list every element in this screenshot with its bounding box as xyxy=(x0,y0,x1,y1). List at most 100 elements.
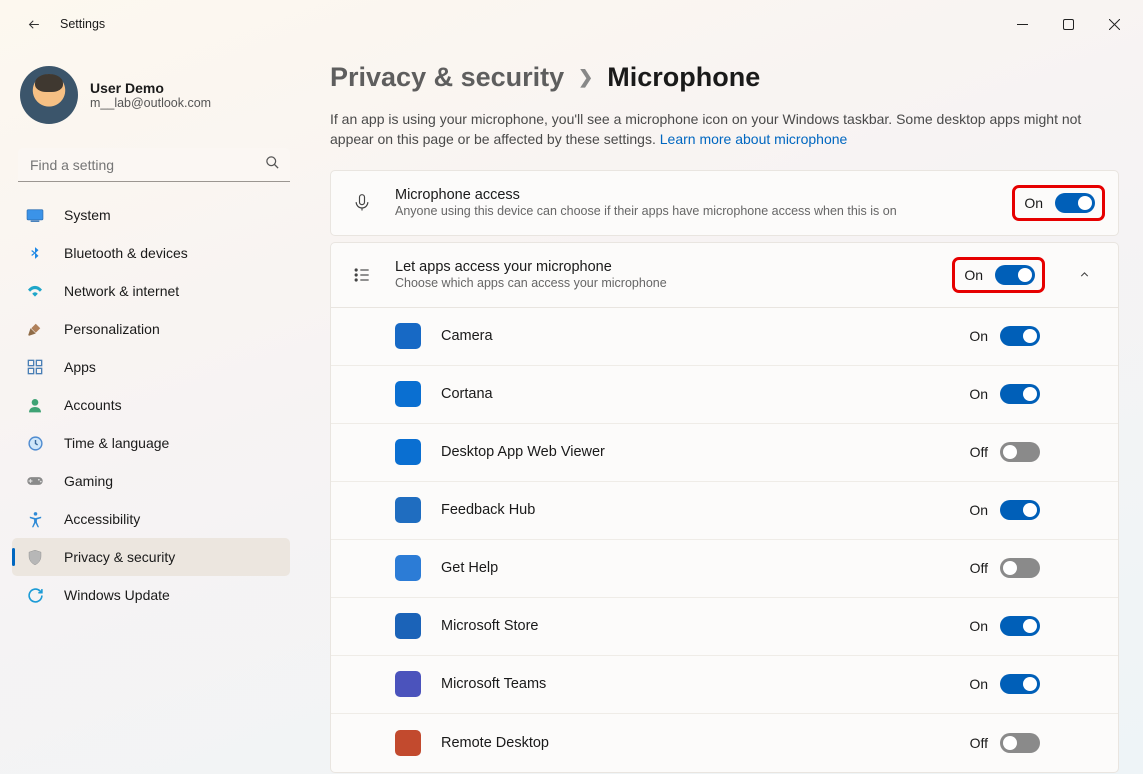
search-icon xyxy=(265,155,280,175)
app-toggle-label: On xyxy=(969,618,988,634)
sidebar-item-personalization[interactable]: Personalization xyxy=(12,310,290,348)
app-name: Microsoft Teams xyxy=(441,676,949,692)
app-toggle[interactable] xyxy=(1000,616,1040,636)
app-toggle-label: On xyxy=(969,328,988,344)
app-icon xyxy=(395,497,421,523)
app-row: CortanaOn xyxy=(331,366,1118,424)
app-row: Desktop App Web ViewerOff xyxy=(331,424,1118,482)
apps-access-card: Let apps access your microphone Choose w… xyxy=(330,242,1119,773)
sidebar-item-apps[interactable]: Apps xyxy=(12,348,290,386)
user-name: User Demo xyxy=(90,80,211,96)
app-toggle[interactable] xyxy=(1000,500,1040,520)
sidebar-item-network[interactable]: Network & internet xyxy=(12,272,290,310)
app-list: CameraOnCortanaOnDesktop App Web ViewerO… xyxy=(331,307,1118,772)
app-toggle[interactable] xyxy=(1000,558,1040,578)
app-row: Camera On xyxy=(331,308,1118,366)
account-block[interactable]: User Demo m__lab@outlook.com xyxy=(12,52,300,148)
minimize-button[interactable] xyxy=(999,8,1045,40)
sidebar-item-update[interactable]: Windows Update xyxy=(12,576,290,614)
mic-access-toggle[interactable] xyxy=(1055,193,1095,213)
sidebar-item-label: Privacy & security xyxy=(64,549,175,565)
system-icon xyxy=(26,206,44,224)
maximize-button[interactable] xyxy=(1045,8,1091,40)
privacy-icon xyxy=(26,548,44,566)
collapse-button[interactable] xyxy=(1068,259,1100,291)
app-toggle-label: On xyxy=(969,676,988,692)
sidebar: User Demo m__lab@outlook.com System Bluet… xyxy=(0,48,300,774)
app-name: Microsoft Store xyxy=(441,618,949,634)
close-button[interactable] xyxy=(1091,8,1137,40)
sidebar-item-time[interactable]: Time & language xyxy=(12,424,290,462)
app-row: Microsoft Teams On xyxy=(331,656,1118,714)
gaming-icon xyxy=(26,472,44,490)
breadcrumb-parent[interactable]: Privacy & security xyxy=(330,62,564,93)
sidebar-item-accounts[interactable]: Accounts xyxy=(12,386,290,424)
app-toggle-group: Off xyxy=(970,733,1040,753)
sidebar-item-privacy[interactable]: Privacy & security xyxy=(12,538,290,576)
app-toggle-label: On xyxy=(969,386,988,402)
app-icon xyxy=(395,381,421,407)
app-toggle-group: On xyxy=(969,500,1040,520)
apps-access-toggle[interactable] xyxy=(995,265,1035,285)
app-toggle-group: On xyxy=(969,674,1040,694)
update-icon xyxy=(26,586,44,604)
mic-access-toggle-label: On xyxy=(1024,195,1043,211)
app-icon xyxy=(395,439,421,465)
sidebar-item-gaming[interactable]: Gaming xyxy=(12,462,290,500)
breadcrumb: Privacy & security ❯ Microphone xyxy=(330,62,1119,93)
sidebar-item-accessibility[interactable]: Accessibility xyxy=(12,500,290,538)
microphone-icon xyxy=(349,193,375,213)
back-button[interactable] xyxy=(18,8,50,40)
sidebar-item-label: Gaming xyxy=(64,473,113,489)
network-icon xyxy=(26,282,44,300)
apps-access-subtitle: Choose which apps can access your microp… xyxy=(395,276,937,290)
app-name: Get Help xyxy=(441,560,950,576)
app-row: Remote Desktop Off xyxy=(331,714,1118,772)
apps-list-icon xyxy=(349,265,375,285)
app-icon xyxy=(395,613,421,639)
sidebar-item-label: Accounts xyxy=(64,397,122,413)
app-icon xyxy=(395,555,421,581)
app-toggle-label: On xyxy=(969,502,988,518)
mic-access-subtitle: Anyone using this device can choose if t… xyxy=(395,204,997,218)
app-row: Microsoft Store On xyxy=(331,598,1118,656)
app-name: Remote Desktop xyxy=(441,735,950,751)
sidebar-item-label: Windows Update xyxy=(64,587,170,603)
sidebar-item-system[interactable]: System xyxy=(12,196,290,234)
accessibility-icon xyxy=(26,510,44,528)
window-title: Settings xyxy=(60,17,105,31)
mic-access-toggle-group: On xyxy=(1017,190,1100,216)
time-icon xyxy=(26,434,44,452)
apps-access-toggle-group: On xyxy=(957,262,1040,288)
search-input[interactable] xyxy=(18,148,290,182)
app-icon xyxy=(395,323,421,349)
main-content: Privacy & security ❯ Microphone If an ap… xyxy=(300,48,1143,774)
app-icon xyxy=(395,671,421,697)
personalization-icon xyxy=(26,320,44,338)
title-bar: Settings xyxy=(0,0,1143,48)
app-toggle-group: Off xyxy=(970,558,1040,578)
sidebar-item-label: System xyxy=(64,207,111,223)
app-toggle-label: Off xyxy=(970,444,988,460)
sidebar-item-label: Apps xyxy=(64,359,96,375)
app-toggle-group: On xyxy=(969,384,1040,404)
learn-more-link[interactable]: Learn more about microphone xyxy=(660,131,848,147)
app-toggle[interactable] xyxy=(1000,384,1040,404)
app-toggle[interactable] xyxy=(1000,733,1040,753)
apps-access-title: Let apps access your microphone xyxy=(395,259,937,275)
chevron-right-icon: ❯ xyxy=(578,67,593,88)
sidebar-item-bluetooth[interactable]: Bluetooth & devices xyxy=(12,234,290,272)
page-title: Microphone xyxy=(607,62,760,93)
app-icon xyxy=(395,730,421,756)
sidebar-item-label: Network & internet xyxy=(64,283,179,299)
mic-access-title: Microphone access xyxy=(395,187,997,203)
app-toggle[interactable] xyxy=(1000,674,1040,694)
sidebar-item-label: Personalization xyxy=(64,321,160,337)
app-toggle[interactable] xyxy=(1000,326,1040,346)
page-description: If an app is using your microphone, you'… xyxy=(330,109,1090,150)
nav-list: System Bluetooth & devices Network & inter… xyxy=(12,196,300,614)
app-name: Camera xyxy=(441,328,949,344)
accounts-icon xyxy=(26,396,44,414)
app-row: Get Help Off xyxy=(331,540,1118,598)
app-toggle[interactable] xyxy=(1000,442,1040,462)
